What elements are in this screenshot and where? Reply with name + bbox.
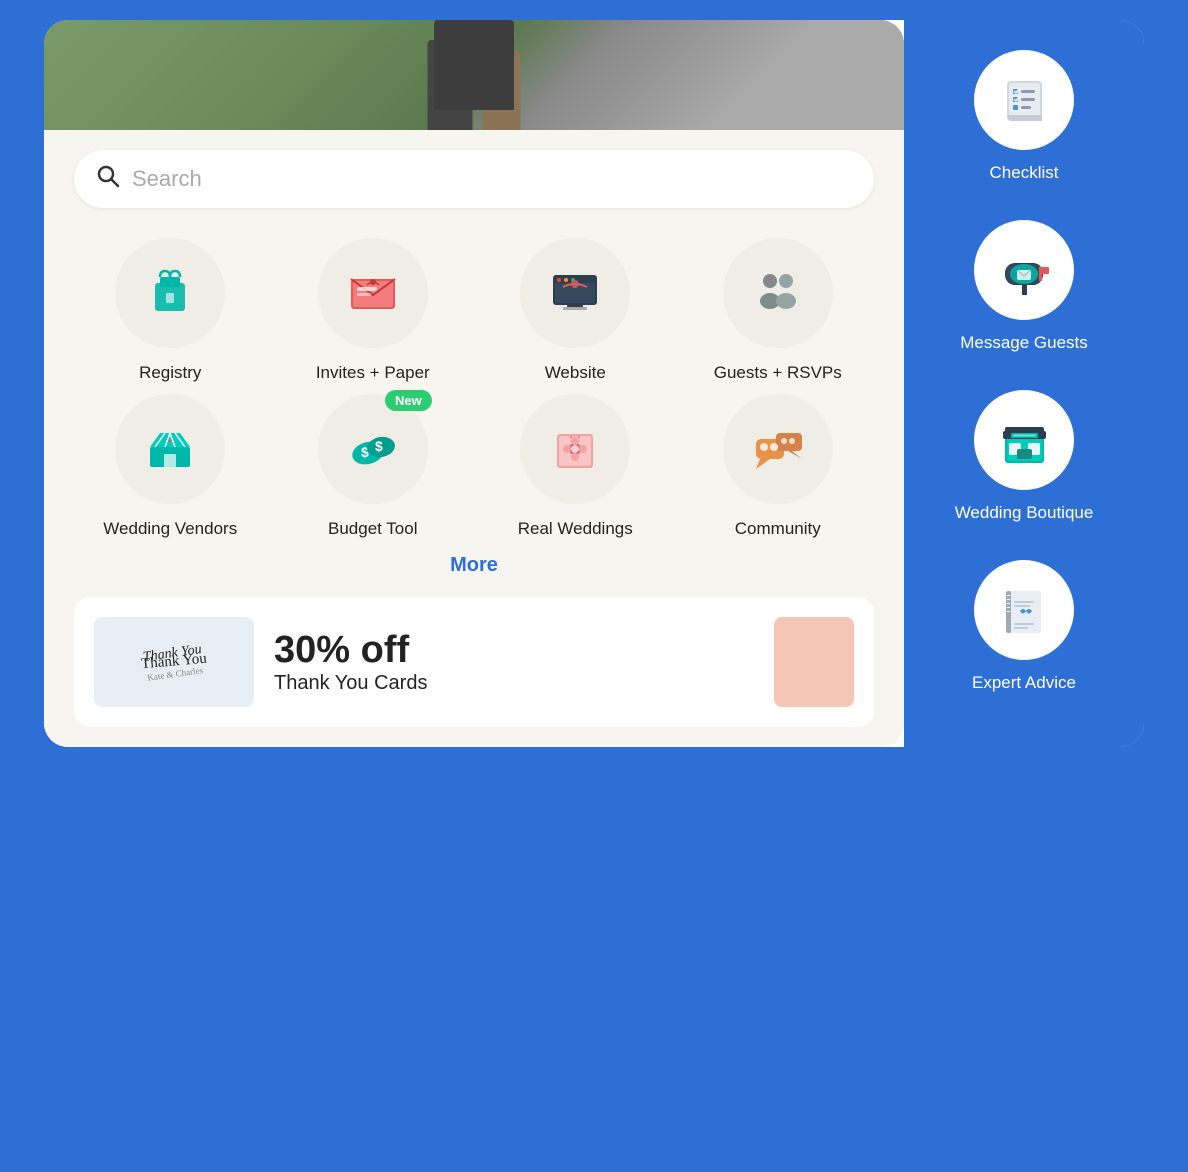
hero-image xyxy=(44,20,904,130)
promo-section: Thank You Kate & Charles 30% off Thank Y… xyxy=(74,597,874,727)
website-label: Website xyxy=(545,362,606,384)
checklist-icon-circle xyxy=(974,50,1074,150)
guests-label: Guests + RSVPs xyxy=(714,362,842,384)
community-icon-circle xyxy=(723,394,833,504)
new-badge: New xyxy=(385,390,432,411)
grid-item-website[interactable]: Website xyxy=(479,238,672,384)
invites-label: Invites + Paper xyxy=(316,362,430,384)
search-icon xyxy=(96,164,120,194)
boutique-icon-circle xyxy=(974,390,1074,490)
vendors-icon-circle xyxy=(115,394,225,504)
grid-item-registry[interactable]: Registry xyxy=(74,238,267,384)
expert-advice-label: Expert Advice xyxy=(972,672,1076,694)
search-placeholder-text: Search xyxy=(132,166,202,192)
registry-icon-circle xyxy=(115,238,225,348)
main-panel: Search Registry xyxy=(44,20,904,747)
more-button[interactable]: More xyxy=(450,554,498,577)
budget-icon-circle: New $ $ xyxy=(318,394,428,504)
grid-item-community[interactable]: Community xyxy=(682,394,875,540)
sidebar-item-message-guests[interactable]: Message Guests xyxy=(960,220,1088,354)
search-bar[interactable]: Search xyxy=(74,150,874,208)
message-guests-icon-circle xyxy=(974,220,1074,320)
invites-icon-circle xyxy=(318,238,428,348)
grid-item-budget[interactable]: New $ $ Budget Tool xyxy=(277,394,470,540)
grid-item-vendors[interactable]: Wedding Vendors xyxy=(74,394,267,540)
promo-subtitle: Thank You Cards xyxy=(274,672,754,695)
registry-label: Registry xyxy=(139,362,201,384)
promo-discount: 30% off xyxy=(274,629,754,672)
sidebar-item-expert-advice[interactable]: Expert Advice xyxy=(972,560,1076,694)
boutique-label: Wedding Boutique xyxy=(955,502,1094,524)
sidebar-item-checklist[interactable]: Checklist xyxy=(974,50,1074,184)
website-icon-circle xyxy=(520,238,630,348)
promo-card-end xyxy=(774,617,854,707)
right-sidebar: Checklist xyxy=(904,20,1144,747)
message-guests-label: Message Guests xyxy=(960,332,1088,354)
category-grid: Registry xyxy=(74,238,874,540)
real-weddings-icon-circle xyxy=(520,394,630,504)
promo-text: 30% off Thank You Cards xyxy=(274,629,754,695)
more-button-container: More xyxy=(74,554,874,577)
vendors-label: Wedding Vendors xyxy=(103,518,237,540)
promo-card-image: Thank You Kate & Charles xyxy=(94,617,254,707)
checklist-label: Checklist xyxy=(990,162,1059,184)
community-label: Community xyxy=(735,518,821,540)
real-weddings-label: Real Weddings xyxy=(518,518,633,540)
budget-label: Budget Tool xyxy=(328,518,417,540)
grid-item-invites[interactable]: Invites + Paper xyxy=(277,238,470,384)
grid-item-guests[interactable]: Guests + RSVPs xyxy=(682,238,875,384)
svg-text:$: $ xyxy=(375,438,383,454)
expert-advice-icon-circle xyxy=(974,560,1074,660)
grid-item-real-weddings[interactable]: Real Weddings xyxy=(479,394,672,540)
guests-icon-circle xyxy=(723,238,833,348)
sidebar-item-wedding-boutique[interactable]: Wedding Boutique xyxy=(955,390,1094,524)
content-area: Search Registry xyxy=(44,130,904,747)
